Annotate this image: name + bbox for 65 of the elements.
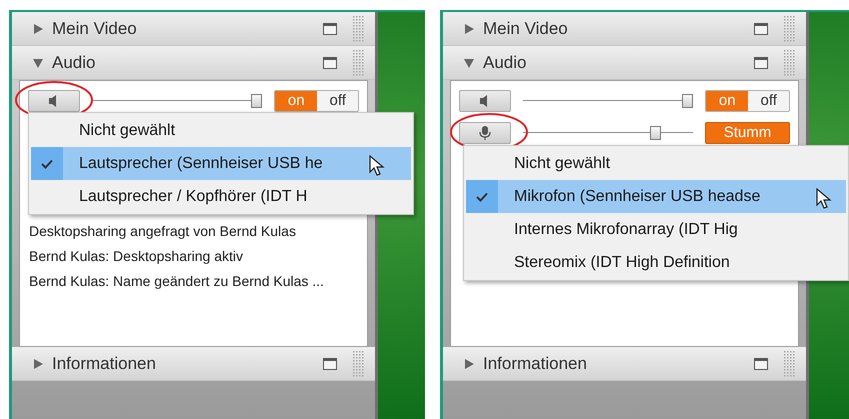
- collapse-triangle-icon[interactable]: [32, 56, 44, 68]
- menu-item-label: Stereomix (IDT High Definition: [514, 252, 730, 272]
- log-message: Bernd Kulas: Desktopsharing aktiv: [29, 247, 244, 266]
- menu-item[interactable]: Internes Mikrofonarray (IDT Hig: [466, 213, 846, 246]
- menu-item[interactable]: Mikrofon (Sennheiser USB headse: [466, 180, 846, 213]
- checkmark-icon: [476, 192, 488, 202]
- menu-item[interactable]: Lautsprecher (Sennheiser USB he: [31, 147, 411, 180]
- section-title: Mein Video: [52, 18, 138, 40]
- section-title: Audio: [52, 52, 96, 74]
- volume-slider[interactable]: [92, 94, 262, 108]
- microphone-icon: [479, 126, 491, 140]
- on-off-toggle[interactable]: on off: [274, 90, 359, 112]
- menu-item-label: Lautsprecher (Sennheiser USB he: [79, 154, 323, 174]
- speaker-button[interactable]: [459, 90, 511, 112]
- window-icon[interactable]: [754, 56, 768, 68]
- menu-item[interactable]: Lautsprecher / Kopfhörer (IDT H: [31, 180, 411, 213]
- window-icon[interactable]: [323, 56, 337, 68]
- volume-slider[interactable]: [523, 94, 693, 108]
- expand-triangle-icon[interactable]: [32, 22, 44, 34]
- grip-handle-icon[interactable]: [353, 48, 365, 76]
- off-option[interactable]: off: [317, 91, 358, 111]
- window-icon[interactable]: [754, 22, 768, 34]
- menu-item[interactable]: Nicht gewählt: [466, 147, 846, 180]
- grip-handle-icon[interactable]: [353, 350, 365, 378]
- speaker-button[interactable]: [28, 90, 80, 112]
- log-message: Desktopsharing angefragt von Bernd Kulas: [29, 222, 297, 241]
- expand-triangle-icon[interactable]: [32, 358, 44, 370]
- window-icon[interactable]: [323, 22, 337, 34]
- menu-item[interactable]: Nicht gewählt: [31, 114, 411, 147]
- section-header[interactable]: Audio: [443, 46, 806, 80]
- menu-item-label: Nicht gewählt: [79, 120, 176, 140]
- slider-thumb[interactable]: [650, 126, 662, 140]
- menu-item[interactable]: Stereomix (IDT High Definition: [466, 246, 846, 279]
- section-title: Informationen: [52, 352, 157, 375]
- expand-triangle-icon[interactable]: [463, 22, 475, 34]
- grip-handle-icon[interactable]: [784, 350, 796, 378]
- grip-handle-icon[interactable]: [784, 14, 796, 42]
- section-header[interactable]: Mein Video: [12, 12, 375, 46]
- section-header[interactable]: Audio: [12, 46, 375, 80]
- checkmark-icon: [41, 158, 53, 168]
- volume-slider[interactable]: [523, 126, 693, 140]
- window-icon[interactable]: [323, 358, 337, 370]
- off-option[interactable]: off: [748, 91, 789, 111]
- slider-thumb[interactable]: [682, 94, 693, 108]
- section-header[interactable]: Informationen: [443, 347, 806, 381]
- mouse-cursor-icon: [369, 155, 385, 177]
- microphone-button[interactable]: [459, 122, 511, 144]
- menu-item-label: Nicht gewählt: [514, 154, 610, 174]
- menu-item-label: Mikrofon (Sennheiser USB headse: [514, 186, 760, 206]
- grip-handle-icon[interactable]: [784, 48, 796, 76]
- mouse-cursor-icon: [816, 188, 832, 210]
- menu-item-label: Lautsprecher / Kopfhörer (IDT H: [79, 186, 308, 206]
- expand-triangle-icon[interactable]: [463, 358, 475, 370]
- section-title: Mein Video: [483, 18, 569, 40]
- collapse-triangle-icon[interactable]: [463, 56, 475, 68]
- section-title: Audio: [483, 52, 528, 74]
- on-off-toggle[interactable]: on off: [705, 90, 790, 112]
- log-message: Bernd Kulas: Name geändert zu Bernd Kulas ...: [29, 272, 325, 291]
- window-icon[interactable]: [754, 358, 768, 370]
- section-title: Informationen: [483, 352, 588, 375]
- slider-thumb[interactable]: [251, 94, 262, 108]
- menu-item-label: Internes Mikrofonarray (IDT Hig: [514, 220, 738, 240]
- section-header[interactable]: Mein Video: [443, 12, 806, 46]
- grip-handle-icon[interactable]: [353, 14, 365, 42]
- section-header[interactable]: Informationen: [12, 347, 375, 381]
